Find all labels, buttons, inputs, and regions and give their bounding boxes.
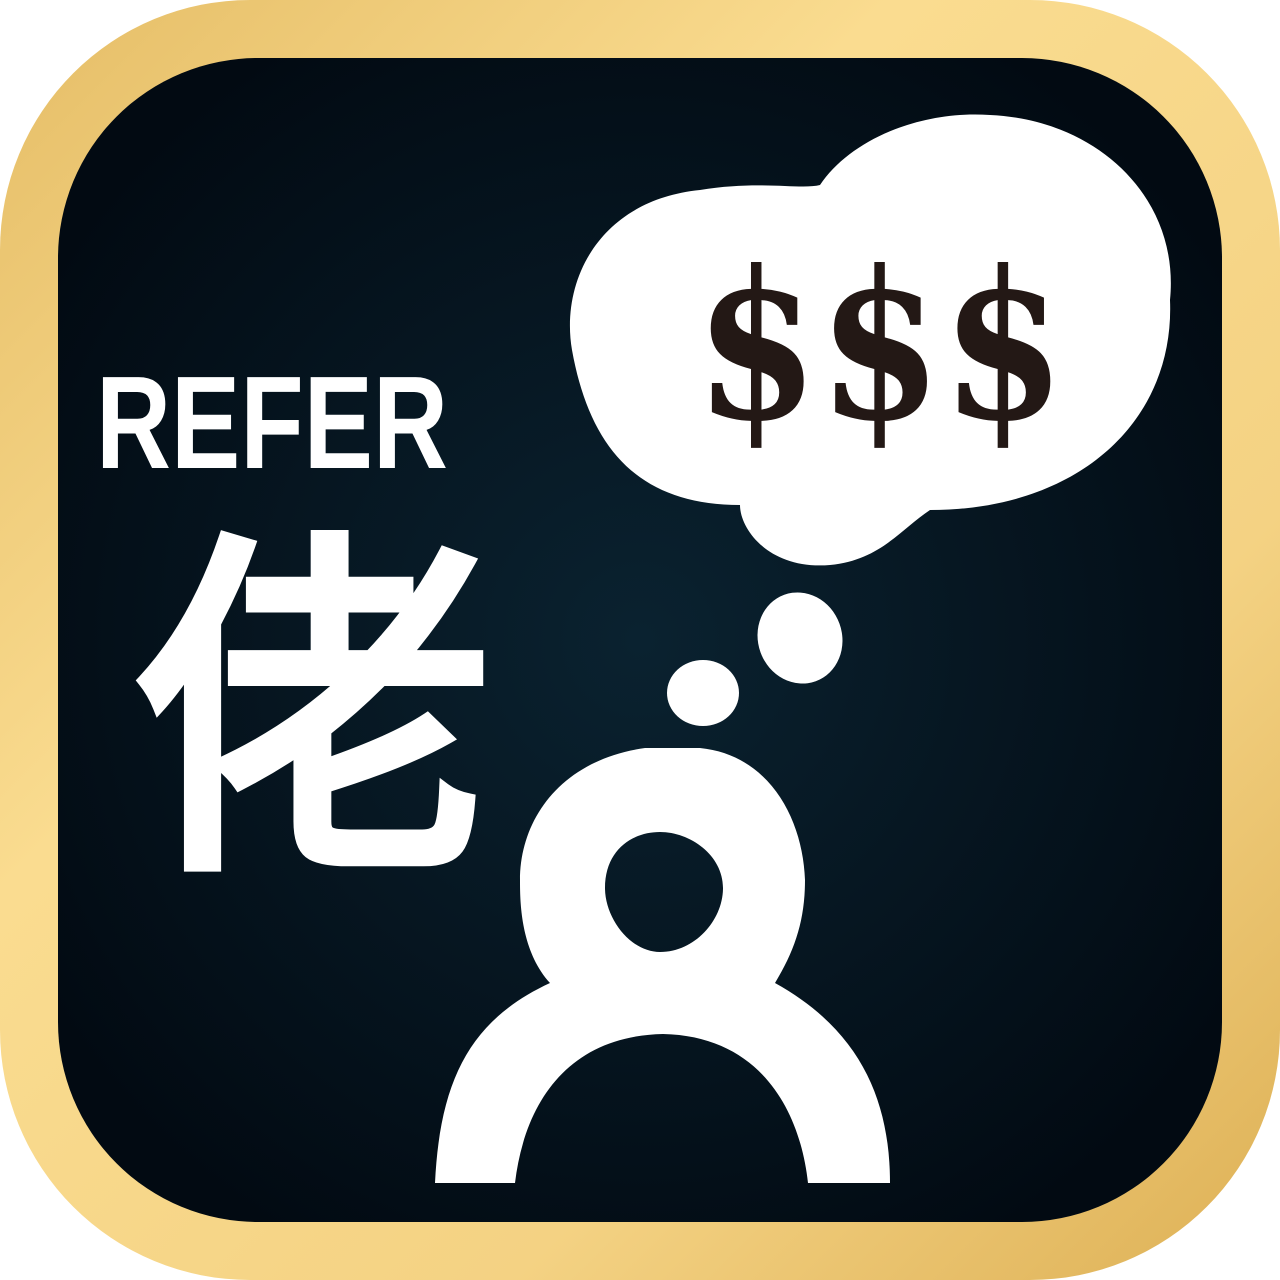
money-symbols: $$$ <box>695 227 1065 467</box>
icon-canvas: REFER 佬 $$$ <box>0 0 1280 1280</box>
lao-character: 佬 <box>132 504 492 923</box>
refer-label: REFER <box>96 349 448 496</box>
refer-app-icon[interactable]: REFER 佬 $$$ <box>0 0 1280 1280</box>
